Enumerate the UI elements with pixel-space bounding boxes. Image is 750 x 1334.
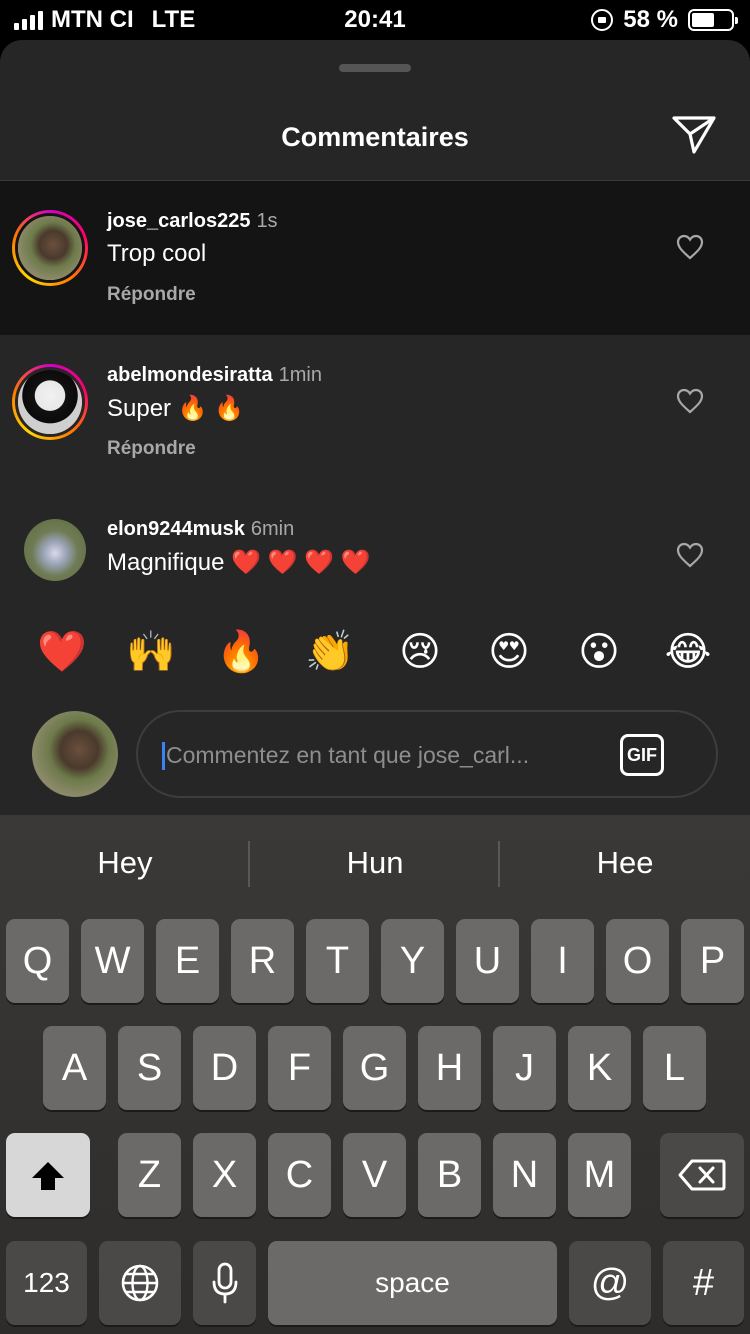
at-key[interactable]: @ (569, 1241, 651, 1325)
comment-text: Super 🔥 🔥 (107, 395, 245, 422)
key-j[interactable]: J (493, 1026, 556, 1110)
key-q[interactable]: Q (6, 919, 69, 1003)
key-m[interactable]: M (568, 1133, 631, 1217)
like-heart-icon[interactable] (676, 542, 704, 568)
orientation-lock-icon (591, 9, 614, 31)
emoji-heart-eyes[interactable]: 😍 (484, 627, 534, 677)
battery-icon (688, 9, 738, 31)
shift-key[interactable] (6, 1133, 90, 1217)
avatar[interactable] (12, 210, 88, 286)
username-text[interactable]: elon9244musk (107, 518, 245, 540)
dictation-key[interactable] (193, 1241, 256, 1325)
key-o[interactable]: O (606, 919, 669, 1003)
key-u[interactable]: U (456, 919, 519, 1003)
comment-time: 1s (256, 210, 278, 232)
avatar[interactable] (12, 364, 88, 440)
key-h[interactable]: H (418, 1026, 481, 1110)
comment-text: Magnifique ❤️ ❤️ ❤️ ❤️ (107, 549, 371, 576)
username-text[interactable]: abelmondesiratta (107, 364, 273, 386)
microphone-icon (212, 1262, 237, 1304)
key-z[interactable]: Z (118, 1133, 181, 1217)
emoji-quick-bar: ❤️ 🙌 🔥 👏 😢 😍 😮 😂 (0, 593, 750, 708)
comment-item[interactable]: jose_carlos225 1s Trop cool Répondre (0, 181, 750, 335)
reply-button[interactable]: Répondre (107, 284, 196, 306)
globe-key[interactable] (99, 1241, 181, 1325)
comment-time: 6min (250, 518, 295, 540)
avatar[interactable] (24, 519, 86, 581)
text-caret (162, 742, 165, 770)
comment-item[interactable]: elon9244musk 6min Magnifique ❤️ ❤️ ❤️ ❤️ (0, 489, 750, 593)
emoji-clap[interactable]: 👏 (305, 627, 355, 677)
key-e[interactable]: E (156, 919, 219, 1003)
key-s[interactable]: S (118, 1026, 181, 1110)
battery-percent: 58 % (623, 6, 678, 33)
key-l[interactable]: L (643, 1026, 706, 1110)
comment-input-placeholder[interactable]: Commentez en tant que jose_carl... (166, 742, 586, 769)
comment-composer: Commentez en tant que jose_carl... GIF (0, 708, 750, 815)
status-right: 58 % (591, 6, 738, 34)
emoji-raised-hands[interactable]: 🙌 (126, 627, 176, 677)
backspace-icon (678, 1159, 726, 1191)
backspace-key[interactable] (660, 1133, 744, 1217)
emoji-laughing[interactable]: 😂 (663, 627, 713, 677)
comment-username[interactable]: jose_carlos225 1s (107, 210, 278, 233)
suggestion-3[interactable]: Hee (500, 845, 750, 881)
sheet-grabber[interactable] (339, 64, 411, 72)
key-k[interactable]: K (568, 1026, 631, 1110)
key-i[interactable]: I (531, 919, 594, 1003)
key-b[interactable]: B (418, 1133, 481, 1217)
my-avatar (32, 711, 118, 797)
comment-time: 1min (278, 364, 322, 386)
key-y[interactable]: Y (381, 919, 444, 1003)
comment-input[interactable]: Commentez en tant que jose_carl... GIF (136, 710, 718, 798)
suggestion-1[interactable]: Hey (0, 845, 250, 881)
key-a[interactable]: A (43, 1026, 106, 1110)
shift-arrow-icon (32, 1162, 64, 1190)
key-v[interactable]: V (343, 1133, 406, 1217)
globe-icon (121, 1264, 159, 1302)
key-r[interactable]: R (231, 919, 294, 1003)
comment-username[interactable]: abelmondesiratta 1min (107, 364, 322, 387)
share-send-icon[interactable] (670, 112, 718, 156)
emoji-crying[interactable]: 😢 (395, 627, 445, 677)
sheet-title: Commentaires (281, 122, 469, 152)
key-d[interactable]: D (193, 1026, 256, 1110)
emoji-fire[interactable]: 🔥 (216, 627, 266, 677)
key-g[interactable]: G (343, 1026, 406, 1110)
reply-button[interactable]: Répondre (107, 438, 196, 460)
like-heart-icon[interactable] (676, 234, 704, 260)
key-c[interactable]: C (268, 1133, 331, 1217)
space-key[interactable]: space (268, 1241, 557, 1325)
hash-key[interactable]: # (663, 1241, 744, 1325)
key-t[interactable]: T (306, 919, 369, 1003)
keyboard: Hey Hun Hee Q W E R T Y U I O P A S D F … (0, 815, 750, 1334)
numbers-key[interactable]: 123 (6, 1241, 87, 1325)
username-text[interactable]: jose_carlos225 (107, 210, 250, 232)
key-x[interactable]: X (193, 1133, 256, 1217)
comment-item[interactable]: abelmondesiratta 1min Super 🔥 🔥 Répondre (0, 335, 750, 489)
key-p[interactable]: P (681, 919, 744, 1003)
comment-username[interactable]: elon9244musk 6min (107, 518, 294, 541)
key-n[interactable]: N (493, 1133, 556, 1217)
comments-sheet: Commentaires jose_carlos225 1s Trop cool … (0, 40, 750, 815)
status-bar: MTN CI LTE 20:41 58 % (0, 0, 750, 40)
suggestion-2[interactable]: Hun (250, 845, 500, 881)
emoji-surprised[interactable]: 😮 (574, 627, 624, 677)
like-heart-icon[interactable] (676, 388, 704, 414)
key-w[interactable]: W (81, 919, 144, 1003)
emoji-heart[interactable]: ❤️ (37, 627, 87, 677)
comment-text: Trop cool (107, 240, 207, 267)
key-f[interactable]: F (268, 1026, 331, 1110)
gif-button[interactable]: GIF (620, 734, 664, 776)
